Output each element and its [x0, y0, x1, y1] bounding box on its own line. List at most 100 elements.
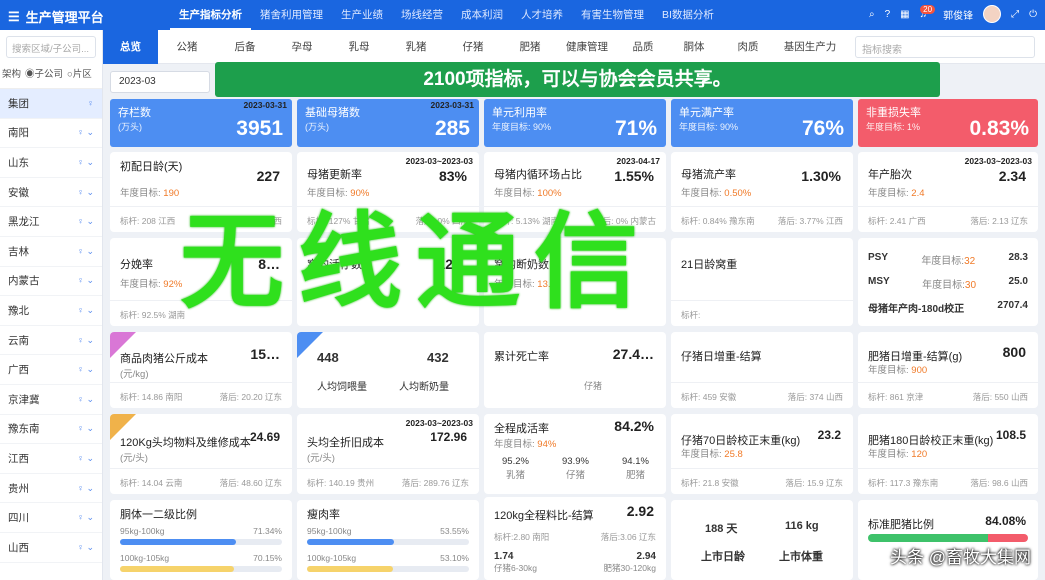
- user-chevron-icon: ♀ ⌄: [77, 304, 94, 315]
- arch-label: 架构: [2, 69, 22, 80]
- metric-card[interactable]: 2023-03~2023-03 头均全折旧成本 (元/头) 172.96 标杆:…: [297, 414, 479, 494]
- user-name[interactable]: 郭俊锋: [943, 7, 973, 22]
- kpi-card[interactable]: 2023-03-31 基础母猪数 (万头) 285: [297, 99, 479, 147]
- card-title: 人均断奶量: [399, 382, 449, 393]
- metric-card[interactable]: 仔猪日增重-结算 标杆: 459 安徽 落后: 374 山西: [671, 332, 853, 408]
- app-logo[interactable]: ☰ 生产管理平台: [8, 7, 104, 26]
- user-chevron-icon: ♀ ⌄: [77, 393, 94, 404]
- user-chevron-icon: ♀ ⌄: [77, 423, 94, 434]
- card-value: 172.96: [430, 430, 467, 444]
- metric-card[interactable]: 商品肉猪公斤成本 (元/kg) 15… 标杆: 14.86 南阳 落后: 20.2…: [110, 332, 292, 408]
- card-value: 800: [1002, 344, 1026, 360]
- radio-subsidiary[interactable]: ◉子公司: [25, 66, 63, 80]
- metric-card[interactable]: 120Kg头均物料及维修成本 (元/头) 24.69 标杆: 14.04 云南落…: [110, 414, 292, 494]
- nav-item[interactable]: 生产指标分析: [170, 0, 251, 30]
- help-icon[interactable]: ?: [885, 9, 891, 20]
- card-footer: 标杆:2.80 南阳 落后:3.06 辽东: [494, 532, 656, 542]
- sidebar-item[interactable]: 江西 ♀ ⌄: [0, 444, 102, 474]
- sidebar-item[interactable]: 贵州 ♀ ⌄: [0, 474, 102, 504]
- sidebar-item[interactable]: 南阳 ♀ ⌄: [0, 119, 102, 149]
- metric-card[interactable]: 累计死亡率 27.4… 仔猪: [484, 332, 666, 408]
- tab[interactable]: 仔猪: [449, 30, 497, 64]
- tab[interactable]: 胴体: [670, 30, 718, 64]
- card-date: 2023-03~2023-03: [405, 156, 473, 166]
- tab-bar: 总览 公猪 后备 孕母 乳母 乳猪 仔猪 肥猪 健康管理 品质 胴体 肉质 基因…: [103, 30, 1045, 64]
- tab[interactable]: 健康管理: [557, 30, 617, 64]
- tab[interactable]: 肉质: [724, 30, 772, 64]
- sidebar-item[interactable]: 黑龙江 ♀ ⌄: [0, 207, 102, 237]
- nav-item[interactable]: 有害生物管理: [572, 0, 653, 30]
- fullscreen-icon[interactable]: ⤢: [1011, 9, 1019, 20]
- nav-item[interactable]: 场线经营: [392, 0, 452, 30]
- date-picker[interactable]: 2023-03: [110, 71, 210, 93]
- nav-item[interactable]: 猪舍利用管理: [251, 0, 332, 30]
- nav-item[interactable]: 成本利润: [452, 0, 512, 30]
- logout-icon[interactable]: ⏻: [1029, 9, 1037, 20]
- metric-card[interactable]: 全程成活率 84.2% 年度目标: 94% 95.2% 乳猪 93.9% 仔猪 94…: [484, 414, 666, 494]
- metric-card[interactable]: 448 432 人均饲喂量 人均断奶量: [297, 332, 479, 408]
- bar-label: 100kg-105kg 53.10%: [307, 553, 469, 563]
- market-weight-label: 上市体重: [779, 551, 823, 563]
- fcr-card[interactable]: 120kg全程料比-结算 2.92 标杆:2.80 南阳 落后:3.06 辽东 1…: [484, 497, 666, 580]
- market-days: 188 天: [705, 523, 738, 535]
- metric-card[interactable]: 肥猪180日龄校正末重(kg) 108.5 年度目标: 120 标杆: 117.…: [858, 414, 1038, 494]
- tab[interactable]: 公猪: [163, 30, 211, 64]
- bell-icon[interactable]: ♫ 20: [920, 4, 936, 20]
- main-nav: 生产指标分析 猪舍利用管理 生产业绩 场线经营 成本利润 人才培养 有害生物管理…: [170, 0, 723, 30]
- sidebar-item[interactable]: 山西 ♀ ⌄: [0, 533, 102, 563]
- tab[interactable]: 品质: [619, 30, 667, 64]
- progress-bar: [307, 539, 469, 545]
- sidebar-item[interactable]: 内蒙古 ♀ ⌄: [0, 267, 102, 297]
- radio-area[interactable]: ○片区: [67, 66, 92, 80]
- nav-item[interactable]: 人才培养: [512, 0, 572, 30]
- indicator-search-input[interactable]: 指标搜索: [855, 36, 1035, 58]
- sidebar-item[interactable]: 安徽 ♀ ⌄: [0, 178, 102, 208]
- tab[interactable]: 后备: [221, 30, 269, 64]
- card-footer: 标杆: 117.3 豫东南 落后: 98.6 山西: [858, 468, 1038, 494]
- market-card[interactable]: 188 天 116 kg 上市日龄 上市体重: [671, 500, 853, 580]
- sidebar-item[interactable]: 云南 ♀ ⌄: [0, 326, 102, 356]
- sidebar-item[interactable]: 吉林 ♀ ⌄: [0, 237, 102, 267]
- sidebar-item[interactable]: 豫东南 ♀ ⌄: [0, 415, 102, 445]
- nav-item[interactable]: 生产业绩: [332, 0, 392, 30]
- tab[interactable]: 肥猪: [506, 30, 554, 64]
- kpi-card[interactable]: 单元满产率 年度目标: 90% 76%: [671, 99, 853, 147]
- tab[interactable]: 乳猪: [392, 30, 440, 64]
- tab[interactable]: 孕母: [278, 30, 326, 64]
- std-card[interactable]: 标准肥猪比例 84.08%: [858, 500, 1038, 580]
- kpi-card[interactable]: 单元利用率 年度目标: 90% 71%: [484, 99, 666, 147]
- sidebar-item[interactable]: 集团 ♀: [0, 89, 102, 119]
- kpi-card[interactable]: 2023-03-31 存栏数 (万头) 3951: [110, 99, 292, 147]
- nav-item[interactable]: BI数据分析: [653, 0, 723, 30]
- sidebar: 搜索区域/子公司... 架构 ◉子公司 ○片区 集团 ♀ 南阳 ♀ ⌄ 山东 ♀ ⌄ …: [0, 30, 103, 580]
- msy-row: MSY 年度目标:30 25.0: [868, 276, 1028, 291]
- tab[interactable]: 基因生产力: [775, 30, 845, 64]
- sidebar-item[interactable]: 山东 ♀ ⌄: [0, 148, 102, 178]
- ratio-card[interactable]: 胴体一二级比例 95kg-100kg 71.34% 100kg-105kg 70.1…: [110, 500, 292, 580]
- avatar[interactable]: [983, 5, 1002, 23]
- card-footer: 标杆: 140.19 贵州 落后: 289.76 辽东: [297, 468, 479, 494]
- sidebar-item[interactable]: 京津冀 ♀ ⌄: [0, 385, 102, 415]
- market-weight: 116 kg: [785, 520, 819, 532]
- grid-icon[interactable]: ▦: [900, 9, 909, 20]
- kpi-card[interactable]: 非重损失率 年度目标: 1% 0.83%: [858, 99, 1038, 147]
- progress-bar: [120, 539, 282, 545]
- stage-rate: 93.9% 仔猪: [562, 456, 589, 481]
- card-target: 年度目标: 120: [868, 449, 928, 460]
- sidebar-search-input[interactable]: 搜索区域/子公司...: [6, 36, 96, 58]
- metric-card[interactable]: 仔猪70日龄校正末重(kg) 23.2 年度目标: 25.8 标杆: 21.8 …: [671, 414, 853, 494]
- sidebar-item[interactable]: 豫北 ♀ ⌄: [0, 296, 102, 326]
- meat-row: 母猪年产肉-180d校正 2707.4: [868, 300, 1028, 315]
- metric-card[interactable]: 2023-03~2023-03 年产胎次 2.34 年度目标: 2.4 标杆: …: [858, 152, 1038, 232]
- card-value: 84.2%: [614, 418, 654, 434]
- search-icon[interactable]: ⌕: [869, 9, 875, 20]
- sidebar-item[interactable]: 四川 ♀ ⌄: [0, 503, 102, 533]
- sidebar-item[interactable]: 广西 ♀ ⌄: [0, 355, 102, 385]
- metric-card[interactable]: 肥猪日增重-结算(g) 800 年度目标: 900 标杆: 861 京津 落后: …: [858, 332, 1038, 408]
- progress-bar: [868, 534, 1028, 542]
- psy-card[interactable]: PSY 年度目标:32 28.3 MSY 年度目标:30 25.0 母猪年产肉-180d…: [858, 238, 1038, 326]
- lean-card[interactable]: 瘦肉率 95kg-100kg 53.55% 100kg-105kg 53.10%: [297, 500, 479, 580]
- card-target: 年度目标: 25.8: [681, 449, 743, 460]
- tab[interactable]: 乳母: [335, 30, 383, 64]
- tab-overview[interactable]: 总览: [103, 30, 158, 64]
